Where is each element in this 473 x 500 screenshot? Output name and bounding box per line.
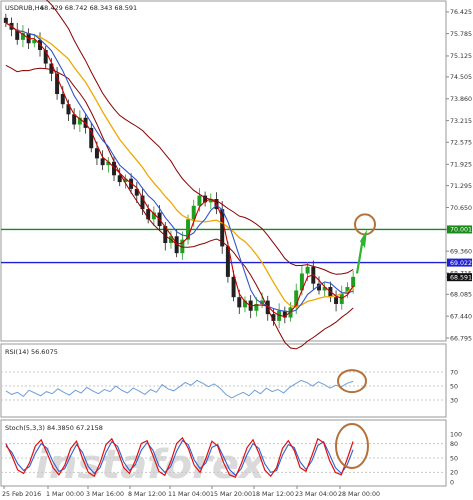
last-price-label: 68.591 — [450, 274, 472, 281]
price-tick-label: 68.085 — [450, 292, 472, 299]
price-tick-label: 75.785 — [450, 31, 472, 38]
ma-slow-line — [5, 22, 354, 308]
rsi-panel — [0, 343, 447, 418]
price-tick-label: 73.860 — [450, 96, 472, 103]
bollinger-lower — [5, 64, 354, 350]
ma-blue-line — [5, 22, 354, 313]
x-tick-label: 3 Mar 16:00 — [86, 491, 124, 498]
price-tick-label: 69.360 — [450, 248, 472, 255]
price-tick-label: 70.650 — [450, 205, 472, 212]
stoch-tick-label: 20 — [450, 470, 458, 477]
price-series — [1, 0, 446, 350]
price-tick-label: 72.575 — [450, 140, 472, 147]
candle-body — [60, 94, 65, 105]
ma-fast-line — [5, 22, 354, 317]
candle-body — [100, 158, 105, 166]
chart-canvas: instaforex 68.429 68.742 68.343 68.59176… — [0, 0, 472, 498]
x-tick-label: 11 Mar 04:00 — [168, 491, 210, 498]
candle-body — [334, 297, 339, 304]
x-tick-label: 25 Feb 2016 — [2, 491, 41, 498]
x-tick-label: 28 Mar 00:00 — [338, 491, 380, 498]
stoch-tick-label: 80 — [450, 441, 458, 448]
x-tick-label: 18 Mar 12:00 — [252, 491, 294, 498]
price-tick-label: 71.925 — [450, 162, 472, 169]
price-tick-label: 71.295 — [450, 183, 472, 190]
annotation-circle — [354, 213, 376, 236]
x-tick-label: 15 Mar 20:00 — [210, 491, 252, 498]
price-tick-label: 67.440 — [450, 313, 472, 320]
candle-body — [94, 148, 99, 159]
stoch-tick-label: 0 — [450, 479, 454, 486]
level-tag-label: 70.001 — [450, 227, 472, 234]
candle-body — [3, 17, 8, 23]
stoch-title: Stoch(5,3,3) 84.3850 67.2158 — [5, 424, 103, 432]
candle-body — [351, 276, 356, 288]
candle-body — [339, 293, 344, 304]
rsi-line — [5, 379, 354, 399]
candle-body — [305, 266, 310, 274]
ohlc-header: 68.429 68.742 68.343 68.591 — [40, 4, 137, 12]
x-tick-label: 23 Mar 04:00 — [295, 491, 337, 498]
price-title: USDRUB,H4 — [5, 4, 44, 12]
x-tick-label: 1 Mar 00:00 — [46, 491, 84, 498]
rsi-title: RSI(14) 56.6075 — [5, 348, 58, 356]
rsi-annotation-circle — [337, 369, 367, 394]
rsi-tick-label: 30 — [450, 397, 458, 404]
price-panel — [0, 0, 447, 342]
price-tick-label: 66.795 — [450, 335, 472, 342]
stoch-tick-label: 100 — [450, 431, 462, 438]
price-tick-label: 76.425 — [450, 9, 472, 16]
stoch-tick-label: 50 — [450, 455, 458, 462]
x-tick-label: 8 Mar 12:00 — [128, 491, 166, 498]
rsi-tick-label: 70 — [450, 369, 458, 376]
price-tick-label: 74.505 — [450, 74, 472, 81]
level-tag-label: 69.022 — [450, 260, 472, 267]
candle-body — [197, 195, 202, 206]
price-tick-label: 75.125 — [450, 53, 472, 60]
rsi-tick-label: 50 — [450, 383, 458, 390]
candle-body — [237, 297, 242, 308]
rsi-series — [1, 369, 446, 401]
price-tick-label: 73.215 — [450, 118, 472, 125]
